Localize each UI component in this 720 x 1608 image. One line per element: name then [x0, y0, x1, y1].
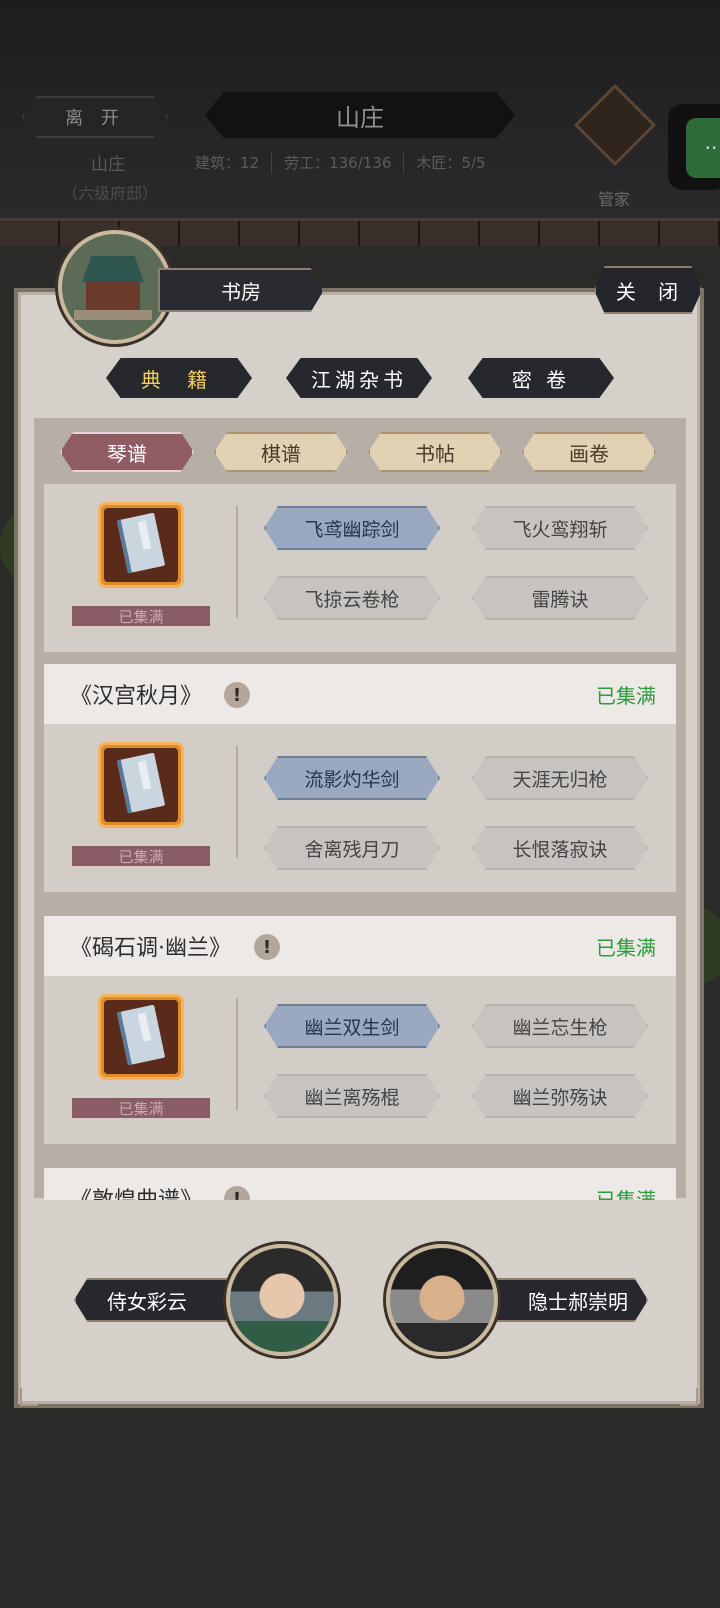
divider	[236, 506, 238, 618]
close-button[interactable]: 关 闭	[594, 266, 702, 314]
book-card: 已集满 幽兰双生剑 幽兰忘生枪 幽兰离殇棍 幽兰弥殇诀	[44, 976, 676, 1144]
skill-chip[interactable]: 雷腾诀	[472, 576, 648, 620]
book-title: 《汉宫秋月》	[70, 684, 203, 709]
skill-chip[interactable]: 飞掠云卷枪	[264, 576, 440, 620]
steward-label: 管家	[598, 190, 631, 209]
stat-carpenters: 木匠：5/5	[416, 154, 486, 172]
skill-chip[interactable]: 飞鸢幽踪剑	[264, 506, 440, 550]
tab-misc-books[interactable]: 江湖杂书	[286, 358, 432, 398]
divider	[236, 746, 238, 858]
subtab-chess-manuals[interactable]: 棋谱	[214, 432, 348, 472]
collect-progress-bar: 已集满	[72, 1098, 210, 1118]
subtab-qin-scores[interactable]: 琴谱	[60, 432, 194, 472]
book-icon[interactable]	[98, 994, 184, 1080]
skill-chip[interactable]: 幽兰弥殇诀	[472, 1074, 648, 1118]
book-title: 《碣石调·幽兰》	[70, 936, 231, 961]
book-header: 《碣石调·幽兰》 ! 已集满	[44, 916, 676, 976]
book-list[interactable]: 已集满 飞鸢幽踪剑 飞火鸾翔斩 飞掠云卷枪 雷腾诀 《汉宫秋月》 ! 已集满 已…	[44, 484, 676, 1200]
stat-laborers: 劳工：136/136	[272, 152, 405, 173]
maid-portrait[interactable]	[226, 1244, 338, 1356]
subtab-paintings[interactable]: 画卷	[522, 432, 656, 472]
skill-chip[interactable]: 舍离残月刀	[264, 826, 440, 870]
leave-button[interactable]: 离 开	[22, 96, 168, 138]
skill-chip[interactable]: 流影灼华剑	[264, 756, 440, 800]
location-name: 山庄	[91, 155, 125, 175]
stat-buildings: 建筑：12	[195, 152, 273, 173]
hermit-portrait[interactable]	[386, 1244, 498, 1356]
status-badge: 已集满	[596, 1188, 656, 1200]
building-icon	[58, 230, 172, 344]
more-dots-icon[interactable]: ··	[686, 118, 720, 178]
status-badge: 已集满	[596, 684, 656, 708]
subtab-calligraphy[interactable]: 书帖	[368, 432, 502, 472]
status-badge: 已集满	[596, 936, 656, 960]
skill-chip[interactable]: 飞火鸾翔斩	[472, 506, 648, 550]
info-icon[interactable]: !	[224, 1186, 250, 1200]
location-level: （六级府邸）	[61, 184, 158, 203]
skill-chip[interactable]: 幽兰离殇棍	[264, 1074, 440, 1118]
npc-hermit-button[interactable]: 隐士郝崇明	[478, 1278, 648, 1322]
book-card: 已集满 飞鸢幽踪剑 飞火鸾翔斩 飞掠云卷枪 雷腾诀	[44, 484, 676, 652]
skill-chip[interactable]: 天涯无归枪	[472, 756, 648, 800]
book-icon[interactable]	[98, 502, 184, 588]
book-header: 《敦煌曲谱》 ! 已集满	[44, 1168, 676, 1200]
page-title: 山庄	[205, 92, 515, 138]
room-title: 书房	[158, 268, 324, 312]
skill-chip[interactable]: 幽兰忘生枪	[472, 1004, 648, 1048]
divider	[236, 998, 238, 1110]
tab-secret-scrolls[interactable]: 密 卷	[468, 358, 614, 398]
book-header: 《汉宫秋月》 ! 已集满	[44, 664, 676, 724]
book-card: 已集满 流影灼华剑 天涯无归枪 舍离残月刀 长恨落寂诀	[44, 724, 676, 892]
info-icon[interactable]: !	[254, 934, 280, 960]
skill-chip[interactable]: 长恨落寂诀	[472, 826, 648, 870]
corner-ornament	[680, 1388, 698, 1406]
book-icon[interactable]	[98, 742, 184, 828]
estate-stats: 建筑：12 劳工：136/136 木匠：5/5	[195, 152, 535, 173]
collect-progress-bar: 已集满	[72, 606, 210, 626]
book-title: 《敦煌曲谱》	[70, 1182, 202, 1200]
npc-maid-button[interactable]: 侍女彩云	[74, 1278, 244, 1322]
tab-classics[interactable]: 典 籍	[106, 358, 252, 398]
collect-progress-bar: 已集满	[72, 846, 210, 866]
info-icon[interactable]: !	[224, 682, 250, 708]
corner-ornament	[20, 1388, 38, 1406]
skill-chip[interactable]: 幽兰双生剑	[264, 1004, 440, 1048]
